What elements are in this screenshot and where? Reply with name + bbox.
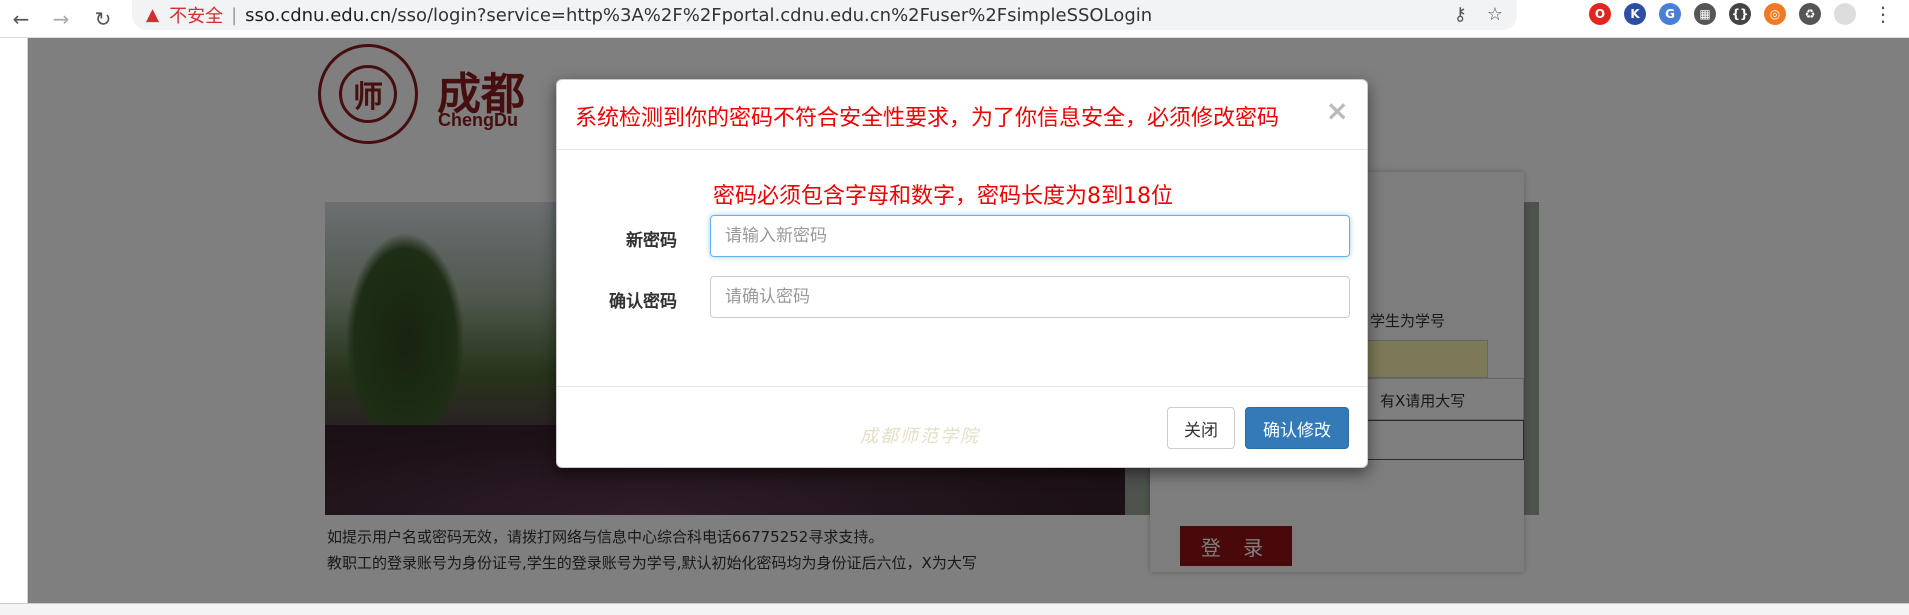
- k-extension-icon[interactable]: K: [1624, 3, 1646, 25]
- url-host: sso.cdnu.edu.cn: [245, 4, 392, 26]
- translate-extension-icon[interactable]: G: [1659, 3, 1681, 25]
- confirm-change-button[interactable]: 确认修改: [1245, 407, 1349, 449]
- status-bar: [0, 603, 1909, 615]
- grid-extension-icon[interactable]: ▦: [1694, 3, 1716, 25]
- security-label[interactable]: 不安全: [169, 2, 223, 28]
- confirm-password-label: 确认密码: [609, 292, 677, 312]
- forward-icon[interactable]: →: [46, 4, 76, 34]
- password-rule: 密码必须包含字母和数字，密码长度为8到18位: [713, 184, 1173, 209]
- confirm-password-input[interactable]: [710, 276, 1350, 318]
- left-panel: [0, 38, 28, 603]
- close-button[interactable]: 关闭: [1167, 407, 1235, 449]
- new-password-input[interactable]: [710, 215, 1350, 257]
- recycle-extension-icon[interactable]: ♻: [1799, 3, 1821, 25]
- back-icon[interactable]: ←: [6, 4, 36, 34]
- url-path: /sso/login?service=http%3A%2F%2Fportal.c…: [391, 4, 1153, 26]
- warning-icon: ▲: [146, 5, 160, 25]
- browser-toolbar: ← → ↻ ▲ 不安全 | sso.cdnu.edu.cn/sso/login?…: [0, 0, 1909, 38]
- url-text[interactable]: sso.cdnu.edu.cn/sso/login?service=http%3…: [245, 5, 1152, 26]
- close-icon[interactable]: ×: [1326, 94, 1349, 127]
- star-icon[interactable]: ☆: [1487, 4, 1503, 25]
- json-extension-icon[interactable]: {}: [1729, 3, 1751, 25]
- new-password-label: 新密码: [626, 231, 677, 251]
- url-separator: |: [231, 4, 238, 26]
- orange-extension-icon[interactable]: ◎: [1764, 3, 1786, 25]
- campus-stone-inscription: 成都师范学院: [860, 426, 980, 447]
- extensions-bar: O K G ▦ {} ◎ ♻ ⋮: [1589, 2, 1909, 26]
- dialog-title: 系统检测到你的密码不符合安全性要求，为了你信息安全，必须修改密码: [575, 106, 1280, 131]
- dialog-header: 系统检测到你的密码不符合安全性要求，为了你信息安全，必须修改密码 ×: [557, 80, 1367, 150]
- opera-extension-icon[interactable]: O: [1589, 3, 1611, 25]
- profile-extension-icon[interactable]: [1834, 3, 1856, 25]
- menu-icon[interactable]: ⋮: [1873, 2, 1893, 26]
- address-bar[interactable]: ▲ 不安全 | sso.cdnu.edu.cn/sso/login?servic…: [132, 0, 1517, 30]
- change-password-dialog: 系统检测到你的密码不符合安全性要求，为了你信息安全，必须修改密码 × 密码必须包…: [556, 79, 1368, 468]
- reload-icon[interactable]: ↻: [88, 4, 118, 34]
- key-icon[interactable]: ⚷: [1454, 4, 1467, 25]
